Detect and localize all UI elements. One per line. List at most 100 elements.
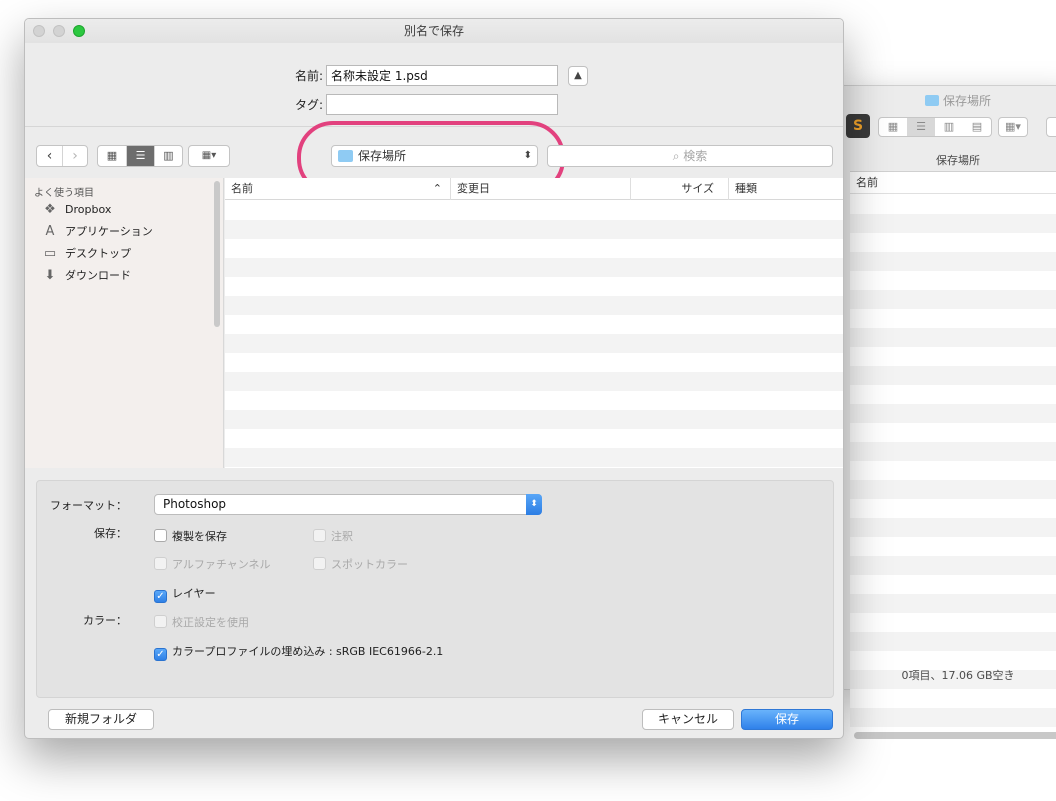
folder-icon: [924, 95, 939, 106]
embed-color-profile-checkbox[interactable]: ✓ カラープロファイルの埋め込み : sRGB IEC61966-2.1: [154, 644, 444, 661]
icon-view-button[interactable]: ▦: [98, 146, 126, 166]
checkbox-label: カラープロファイルの埋め込み : sRGB IEC61966-2.1: [172, 645, 444, 658]
chevron-right-icon: ›: [72, 148, 78, 164]
column-view-icon[interactable]: ▥: [935, 118, 963, 136]
arrange-icon: ▦▾: [1005, 120, 1021, 133]
background-location-label: 保存場所: [936, 154, 980, 167]
checkbox-box: [154, 529, 167, 542]
background-window-title: 保存場所: [844, 92, 1056, 109]
sidebar-item-downloads[interactable]: ⬇ ダウンロード: [42, 266, 131, 286]
format-popup[interactable]: Photoshop ⬍: [154, 494, 542, 515]
icon-view-icon[interactable]: ▦: [879, 118, 907, 136]
chevron-left-icon: ‹: [46, 148, 53, 164]
close-window-button[interactable]: [33, 25, 45, 37]
checkmark-icon: ✓: [154, 648, 167, 661]
background-toolbar: S ▦☰▥▤ ▦▾ ⚙: [844, 114, 1056, 144]
forward-button[interactable]: ›: [62, 146, 87, 166]
tag-input[interactable]: [326, 94, 558, 115]
app-icon[interactable]: S: [846, 114, 870, 138]
chevron-up-icon: ▲: [574, 70, 582, 81]
back-button[interactable]: ‹: [37, 146, 62, 166]
format-label: フォーマット：: [50, 499, 127, 512]
filename-input[interactable]: [326, 65, 558, 86]
proof-setup-checkbox[interactable]: 校正設定を使用: [154, 615, 249, 631]
list-view-button[interactable]: ☰: [126, 146, 154, 166]
color-options-label: カラー：: [83, 614, 127, 627]
format-options-panel: フォーマット： Photoshop ⬍ 保存： 複製を保存 注釈 アルファチャン…: [36, 480, 834, 698]
column-header-label: 名前: [231, 182, 253, 195]
save-button[interactable]: 保存: [741, 709, 833, 730]
view-mode-switcher: ▦ ☰ ▥: [97, 145, 183, 167]
navigation-buttons: ‹ ›: [36, 145, 88, 167]
column-header-modified[interactable]: 変更日: [450, 178, 630, 200]
checkbox-label: スポットカラー: [331, 558, 408, 571]
name-label: 名前:: [294, 69, 323, 83]
column-header-label: 種類: [735, 182, 757, 195]
file-list[interactable]: 名前 ⌃ 変更日 サイズ 種類: [225, 178, 843, 468]
coverflow-view-icon[interactable]: ▤: [963, 118, 991, 136]
background-list-rows: [850, 195, 1056, 729]
checkbox-box: [154, 557, 167, 570]
tag-label: タグ:: [294, 98, 323, 112]
checkbox-box: [154, 615, 167, 628]
background-scrollbar[interactable]: [854, 732, 1056, 739]
checkbox-label: アルファチャンネル: [172, 558, 271, 571]
collapse-dialog-button[interactable]: ▲: [568, 66, 588, 86]
background-window-title-text: 保存場所: [942, 94, 991, 108]
background-file-list[interactable]: 名前: [850, 171, 1056, 741]
column-header-name[interactable]: 名前 ⌃: [225, 178, 450, 200]
background-column-name[interactable]: 名前: [850, 172, 1056, 194]
column-header-kind[interactable]: 種類: [728, 178, 843, 200]
alpha-channels-checkbox[interactable]: アルファチャンネル: [154, 557, 271, 573]
background-arrange-button[interactable]: ▦▾: [998, 117, 1028, 137]
checkbox-label: 複製を保存: [172, 530, 227, 543]
columns-icon: ▥: [163, 149, 174, 162]
column-view-button[interactable]: ▥: [154, 146, 182, 166]
save-as-dialog: 別名で保存 名前: ▲ タグ: ‹ › ▦ ☰ ▥ ▦▾ 保存場所 ⬍ ⌕ 検索…: [24, 18, 844, 739]
search-field[interactable]: ⌕ 検索: [547, 145, 833, 167]
sidebar-item-label: アプリケーション: [65, 225, 153, 238]
column-header-label: サイズ: [681, 182, 714, 195]
updown-chevron-icon: ⬍: [526, 494, 542, 515]
file-list-header: 名前 ⌃ 変更日 サイズ 種類: [225, 178, 843, 200]
search-placeholder: 検索: [683, 149, 708, 163]
save-options-label: 保存：: [94, 527, 127, 540]
applications-icon: A: [45, 224, 55, 239]
background-finder-window: 保存場所 S ▦☰▥▤ ▦▾ ⚙ 保存場所 名前 0項目、17.06 GB空き: [843, 85, 1056, 741]
format-value: Photoshop: [163, 497, 227, 511]
save-copy-checkbox[interactable]: 複製を保存: [154, 529, 227, 545]
cancel-button[interactable]: キャンセル: [642, 709, 734, 730]
dialog-title: 別名で保存: [403, 24, 464, 38]
zoom-window-button[interactable]: [73, 25, 85, 37]
downloads-icon: ⬇: [44, 268, 56, 283]
minimize-window-button[interactable]: [53, 25, 65, 37]
sort-chevron-icon: ⌃: [432, 182, 442, 195]
background-view-switcher[interactable]: ▦ ☰ ▥ ▤: [878, 117, 992, 137]
layers-checkbox[interactable]: ✓ レイヤー: [154, 586, 216, 603]
column-header-size[interactable]: サイズ: [630, 178, 728, 200]
list-view-icon[interactable]: ☰: [907, 118, 935, 136]
sidebar-scrollbar[interactable]: [214, 181, 220, 327]
column-header-label: 変更日: [457, 182, 490, 195]
notes-checkbox[interactable]: 注釈: [313, 529, 353, 545]
desktop-icon: ▭: [43, 246, 57, 261]
sidebar-item-label: Dropbox: [65, 203, 112, 216]
spot-colors-checkbox[interactable]: スポットカラー: [313, 557, 408, 573]
sidebar: よく使う項目 ❖ Dropbox A アプリケーション ▭ デスクトップ ⬇ ダウンロー…: [25, 178, 224, 468]
sidebar-item-applications[interactable]: A アプリケーション: [42, 222, 153, 242]
sidebar-item-label: デスクトップ: [65, 247, 131, 260]
gear-icon: ⚙: [1047, 118, 1056, 136]
sidebar-item-desktop[interactable]: ▭ デスクトップ: [42, 244, 131, 264]
new-folder-button[interactable]: 新規フォルダ: [48, 709, 154, 730]
arrange-button[interactable]: ▦▾: [188, 145, 230, 167]
dropbox-icon: ❖: [44, 202, 56, 217]
search-icon: ⌕: [672, 149, 680, 163]
background-action-button[interactable]: ⚙: [1046, 117, 1056, 137]
checkbox-label: 校正設定を使用: [172, 616, 249, 629]
sidebar-item-dropbox[interactable]: ❖ Dropbox: [42, 200, 111, 220]
dialog-titlebar: 別名で保存: [25, 19, 843, 43]
background-status-bar: 0項目、17.06 GB空き: [901, 669, 1015, 682]
checkmark-icon: ✓: [154, 590, 167, 603]
checkbox-box: [313, 557, 326, 570]
grid-icon: ▦: [106, 149, 118, 162]
